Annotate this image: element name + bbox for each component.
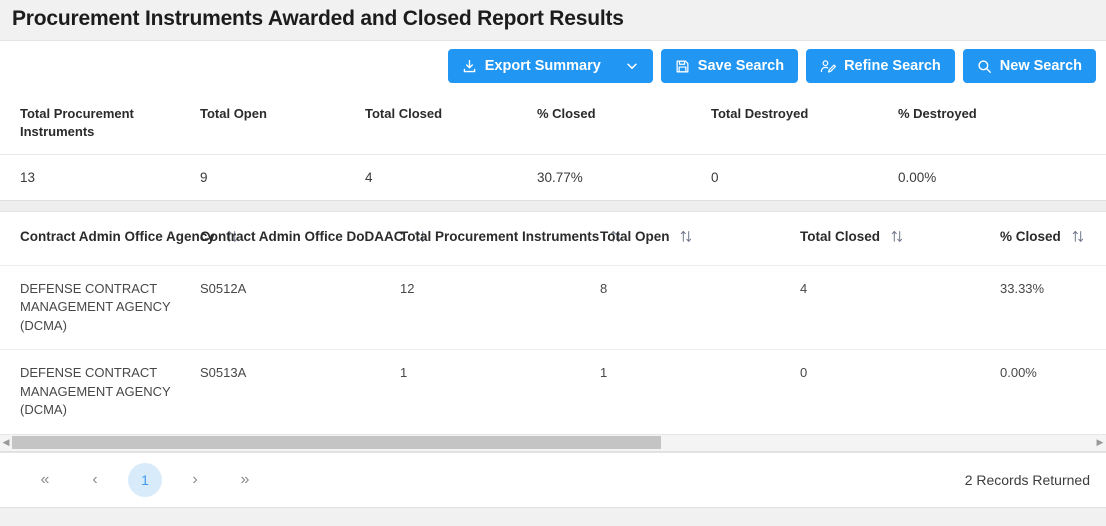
new-search-label: New Search xyxy=(999,58,1082,74)
summary-value-total-destroyed: 0 xyxy=(711,170,719,186)
sort-updown-icon[interactable] xyxy=(680,230,692,249)
summary-col-total-instruments: Total Procurement Instruments xyxy=(0,91,200,156)
summary-value-pct-destroyed: 0.00% xyxy=(898,170,937,186)
summary-value-total-open: 9 xyxy=(200,170,208,186)
summary-panel: Export Summary Save Search Refine Search… xyxy=(0,40,1106,202)
summary-col-pct-closed: % Closed xyxy=(537,91,711,156)
col-header-total-closed[interactable]: Total Closed xyxy=(800,212,1000,266)
cell-total-closed: 4 xyxy=(800,265,1000,351)
col-label-total-closed: Total Closed xyxy=(800,229,881,245)
page-1-button[interactable]: 1 xyxy=(128,462,162,497)
results-panel: Contract Admin Office Agency Contract Ad… xyxy=(0,211,1106,452)
cell-total-open: 8 xyxy=(600,265,800,351)
results-table-body: DEFENSE CONTRACT MANAGEMENT AGENCY (DCMA… xyxy=(0,265,1106,433)
col-label-total-open: Total Open xyxy=(600,229,670,245)
export-summary-button[interactable]: Export Summary xyxy=(447,49,653,83)
summary-value-pct-closed: 30.77% xyxy=(537,170,583,186)
summary-table-body: 13 9 4 30.77% 0 0.00% xyxy=(0,155,1106,201)
new-search-button[interactable]: New Search xyxy=(962,49,1096,83)
col-header-total-instruments[interactable]: Total Procurement Instruments xyxy=(400,212,622,266)
next-page-button[interactable]: › xyxy=(178,463,212,497)
horizontal-scrollbar[interactable]: ◀ ▶ xyxy=(0,433,1106,451)
last-page-button[interactable]: » xyxy=(228,463,262,497)
cell-total-open: 1 xyxy=(600,365,608,381)
triangle-right-icon[interactable]: ▶ xyxy=(1094,438,1106,447)
records-returned-label: 2 Records Returned xyxy=(964,471,1090,488)
col-label-agency: Contract Admin Office Agency xyxy=(20,229,215,245)
col-label-total-instruments: Total Procurement Instruments xyxy=(400,229,600,245)
cell-agency: DEFENSE CONTRACT MANAGEMENT AGENCY (DCMA… xyxy=(0,265,200,351)
col-header-pct-closed[interactable]: % Closed xyxy=(1000,212,1106,266)
col-header-total-open[interactable]: Total Open xyxy=(600,212,800,266)
results-table-header: Contract Admin Office Agency Contract Ad… xyxy=(0,212,1106,266)
cell-total-closed: 0 xyxy=(800,365,808,381)
cell-pct-closed: 0.00% xyxy=(1000,365,1037,381)
cell-pct-closed: 33.33% xyxy=(1000,265,1106,351)
cell-total-instruments: 12 xyxy=(400,265,600,351)
cell-agency: DEFENSE CONTRACT MANAGEMENT AGENCY (DCMA… xyxy=(20,365,171,418)
scrollbar-track[interactable] xyxy=(12,435,1094,451)
summary-col-total-destroyed: Total Destroyed xyxy=(711,91,898,156)
summary-table-header: Total Procurement Instruments Total Open… xyxy=(0,91,1106,156)
previous-page-button[interactable]: ‹ xyxy=(78,463,112,497)
panel-divider xyxy=(0,201,1106,212)
page-title: Procurement Instruments Awarded and Clos… xyxy=(12,7,624,30)
sort-updown-icon[interactable] xyxy=(891,230,903,249)
save-search-button[interactable]: Save Search xyxy=(660,49,799,83)
summary-value-total-closed: 4 xyxy=(365,170,373,186)
table-row[interactable]: DEFENSE CONTRACT MANAGEMENT AGENCY (DCMA… xyxy=(0,350,1106,434)
cell-dodaac: S0512A xyxy=(200,265,400,351)
table-row[interactable]: DEFENSE CONTRACT MANAGEMENT AGENCY (DCMA… xyxy=(0,265,1106,351)
refine-search-button[interactable]: Refine Search xyxy=(806,49,955,83)
save-disk-icon xyxy=(675,59,690,74)
search-icon xyxy=(977,59,992,74)
sort-updown-icon[interactable] xyxy=(1072,230,1084,249)
cell-dodaac: S0513A xyxy=(200,365,247,381)
triangle-left-icon[interactable]: ◀ xyxy=(0,438,12,447)
refine-search-label: Refine Search xyxy=(844,58,941,74)
col-header-dodaac[interactable]: Contract Admin Office DoDAAC xyxy=(200,212,426,266)
summary-table: Total Procurement Instruments Total Open… xyxy=(0,91,1106,200)
summary-row: 13 9 4 30.77% 0 0.00% xyxy=(0,155,1106,201)
results-table: Contract Admin Office Agency Contract Ad… xyxy=(0,212,1106,434)
action-toolbar: Export Summary Save Search Refine Search… xyxy=(0,41,1106,91)
col-header-agency[interactable]: Contract Admin Office Agency xyxy=(0,212,237,266)
summary-col-pct-destroyed: % Destroyed xyxy=(898,91,1106,156)
summary-col-total-closed: Total Closed xyxy=(365,91,537,156)
col-label-dodaac: Contract Admin Office DoDAAC xyxy=(200,229,404,245)
results-table-viewport: Contract Admin Office Agency Contract Ad… xyxy=(0,212,1106,434)
summary-header-row: Total Procurement Instruments Total Open… xyxy=(0,91,1106,156)
summary-value-total-instruments: 13 xyxy=(20,170,36,186)
chevron-down-icon[interactable] xyxy=(625,59,639,73)
col-label-pct-closed: % Closed xyxy=(1000,229,1061,245)
export-summary-label: Export Summary xyxy=(484,58,601,74)
results-header-row: Contract Admin Office Agency Contract Ad… xyxy=(0,212,1106,266)
pagination: « ‹ 1 › » xyxy=(28,462,262,497)
download-icon xyxy=(462,59,477,74)
user-edit-icon xyxy=(820,59,837,74)
save-search-label: Save Search xyxy=(697,58,785,74)
cell-total-instruments: 1 xyxy=(400,365,408,381)
summary-col-total-open: Total Open xyxy=(200,91,365,156)
first-page-button[interactable]: « xyxy=(28,463,62,497)
scrollbar-thumb[interactable] xyxy=(12,436,662,450)
pagination-bar: « ‹ 1 › » 2 Records Returned xyxy=(0,451,1106,508)
